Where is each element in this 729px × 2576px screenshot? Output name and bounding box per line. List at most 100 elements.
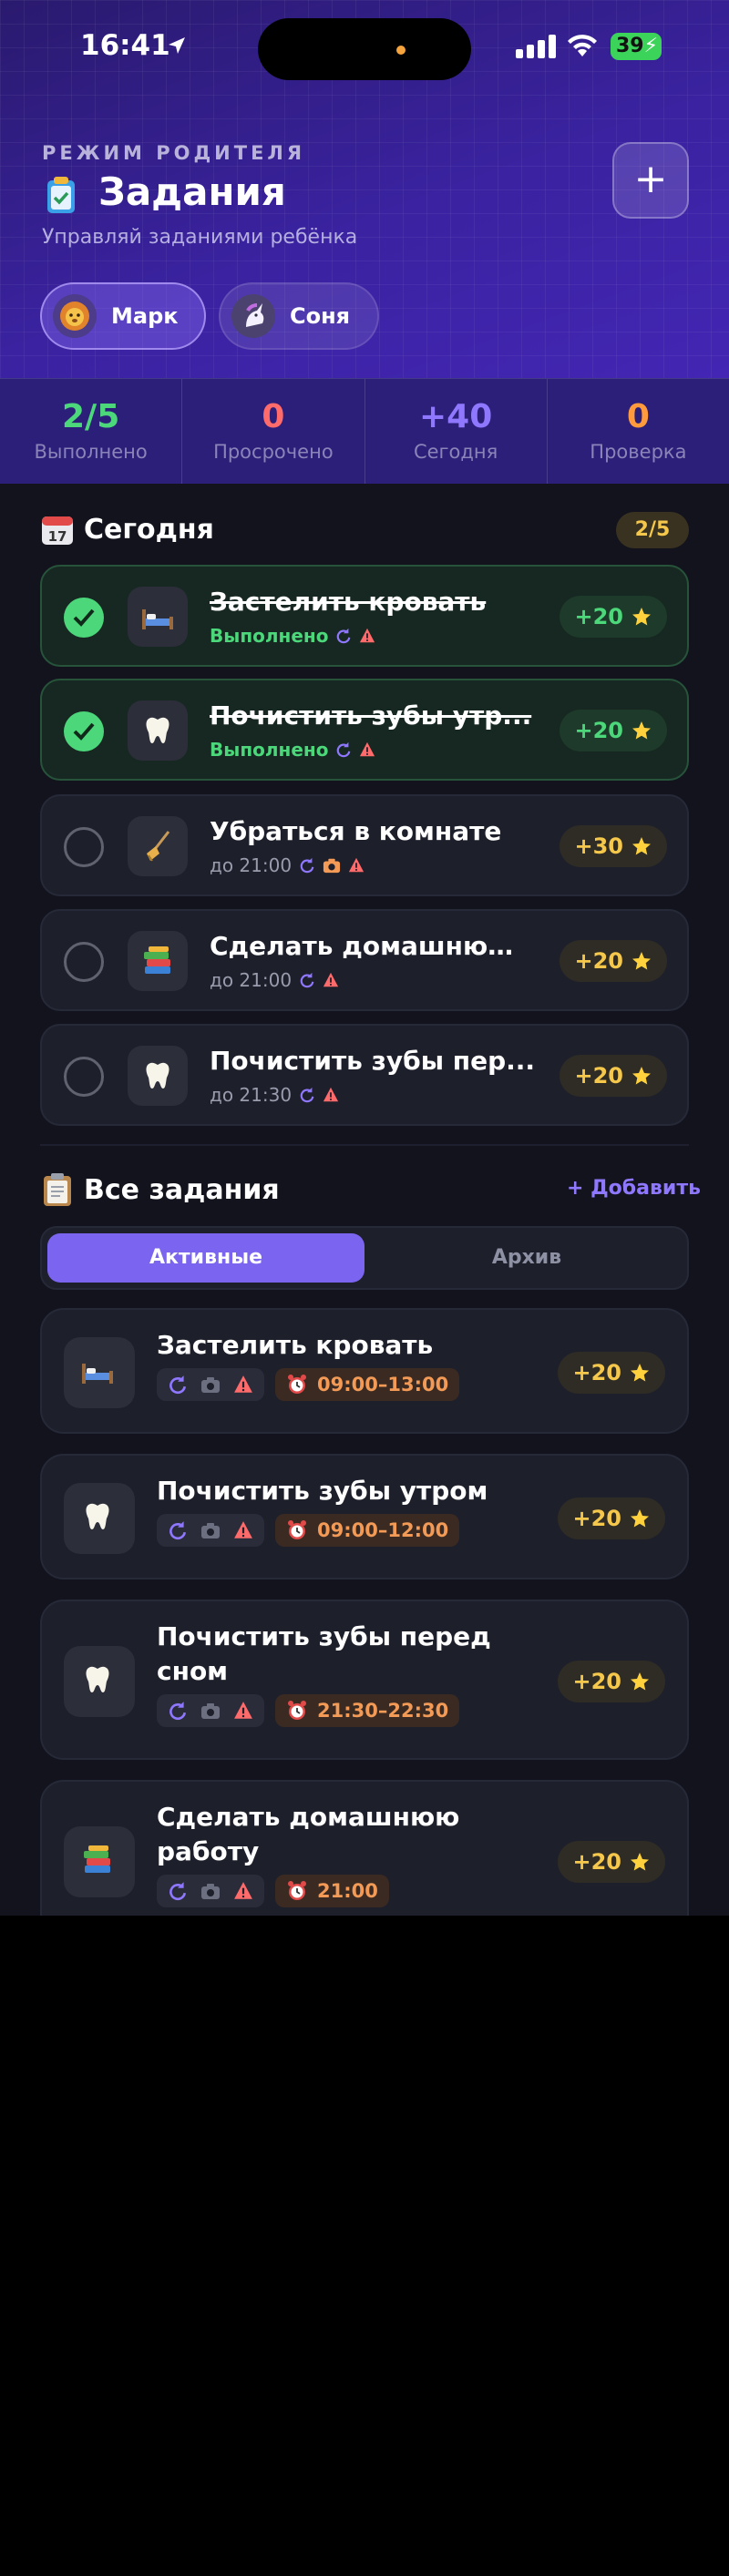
task-meta: до 21:30 (210, 1084, 339, 1106)
today-task-row[interactable]: Застелить кровать Выполнено +20 (40, 565, 689, 667)
task-card[interactable]: Почистить зубы перед сном 21:30–22:30 +2… (40, 1600, 689, 1760)
repeat-icon (337, 741, 351, 758)
star-icon (632, 952, 651, 970)
camera-icon (201, 1523, 220, 1538)
books-icon (64, 1826, 135, 1897)
task-flags (157, 1694, 264, 1727)
warning-icon (348, 857, 364, 873)
star-icon (631, 1509, 649, 1528)
task-points-badge: +20 (560, 710, 667, 751)
child-name: Марк (111, 303, 179, 329)
app-screen: 16:41 39⚡ РЕЖИМ РОДИТЕЛЯ Задания Управля… (0, 0, 729, 1916)
alarm-clock-icon (288, 1701, 306, 1720)
task-card[interactable]: Почистить зубы утром 09:00–12:00 +20 (40, 1454, 689, 1579)
task-time-window: 09:00–13:00 (275, 1368, 460, 1401)
tooth-icon (64, 1483, 135, 1554)
stats-bar: 2/5 Выполнено 0 Просрочено +40 Сегодня 0 Про… (0, 378, 729, 484)
battery-indicator: 39⚡ (611, 33, 662, 60)
today-task-row[interactable]: Почистить зубы пер... до 21:30 +20 (40, 1024, 689, 1126)
task-card-name: Почистить зубы утром (157, 1476, 488, 1506)
task-flags (157, 1514, 264, 1547)
repeat-icon (300, 972, 314, 988)
warning-icon (234, 1882, 252, 1899)
add-task-link[interactable]: + Добавить (567, 1177, 701, 1200)
task-card[interactable]: Сделать домашнюю работу 21:00 +20 (40, 1780, 689, 1916)
task-card[interactable]: Застелить кровать 09:00–13:00 +20 (40, 1308, 689, 1434)
tooth-icon (64, 1646, 135, 1717)
task-card-name: Сделать домашнюю работу (157, 1802, 460, 1866)
page-title: Задания (98, 169, 286, 214)
star-icon (632, 721, 651, 740)
task-name: Сделать домашнюю... (210, 931, 538, 961)
repeat-icon (169, 1702, 187, 1721)
broom-icon (128, 816, 188, 876)
add-task-button[interactable]: + (612, 142, 689, 219)
camera-icon (323, 858, 341, 874)
task-card-name: Застелить кровать (157, 1330, 434, 1360)
star-icon (631, 1672, 649, 1691)
child-chip-mark[interactable]: Марк (40, 282, 206, 350)
today-task-row[interactable]: Сделать домашнюю... до 21:00 +20 (40, 909, 689, 1011)
unicorn-icon (231, 294, 275, 338)
cellular-signal-icon (516, 35, 556, 58)
alarm-clock-icon (288, 1881, 306, 1900)
alarm-clock-icon (288, 1375, 306, 1394)
repeat-icon (300, 1087, 314, 1103)
camera-icon (201, 1377, 220, 1393)
task-checkbox[interactable] (64, 1057, 104, 1097)
task-card-points: +20 (558, 1352, 665, 1394)
section-today-header: 17 Сегодня (40, 512, 214, 547)
bed-icon (64, 1337, 135, 1408)
stat-review: 0 Проверка (590, 398, 687, 464)
task-meta: до 21:00 (210, 854, 364, 876)
child-name: Соня (290, 303, 351, 329)
alarm-clock-icon (288, 1520, 306, 1539)
task-status: Выполнено (210, 625, 329, 647)
task-card-name: Почистить зубы перед сном (157, 1621, 491, 1686)
warning-icon (323, 972, 339, 987)
task-checkbox[interactable] (64, 598, 104, 638)
task-card-meta: 09:00–13:00 (157, 1368, 460, 1401)
child-chip-sonya[interactable]: Соня (219, 282, 379, 350)
svg-text:17: 17 (48, 528, 67, 545)
today-task-row[interactable]: Убраться в комнате до 21:00 +30 (40, 794, 689, 896)
books-icon (128, 931, 188, 991)
warning-icon (323, 1087, 339, 1102)
tab-active[interactable]: Активные (47, 1233, 364, 1283)
warning-icon (360, 628, 375, 643)
task-flags (157, 1368, 264, 1401)
mode-label: РЕЖИМ РОДИТЕЛЯ (42, 142, 306, 164)
star-icon (632, 1067, 651, 1085)
camera-icon (201, 1703, 220, 1719)
section-divider (40, 1144, 689, 1146)
repeat-icon (169, 1375, 187, 1395)
tooth-icon (128, 1046, 188, 1106)
task-meta: до 21:00 (210, 969, 339, 991)
task-name: Застелить кровать (210, 587, 487, 617)
star-icon (631, 1853, 649, 1871)
warning-icon (234, 1521, 252, 1538)
task-points-badge: +20 (560, 1055, 667, 1097)
location-arrow-icon (169, 37, 185, 54)
header: 16:41 39⚡ РЕЖИМ РОДИТЕЛЯ Задания Управля… (0, 0, 729, 378)
today-task-row[interactable]: Почистить зубы утр... Выполнено +20 (40, 679, 689, 781)
task-time-window: 21:00 (275, 1875, 389, 1907)
task-name: Убраться в комнате (210, 816, 502, 846)
task-points-badge: +30 (560, 825, 667, 867)
task-checkbox[interactable] (64, 942, 104, 982)
tab-archive[interactable]: Архив (368, 1233, 685, 1283)
repeat-icon (169, 1521, 187, 1540)
task-checkbox[interactable] (64, 827, 104, 867)
task-meta: Выполнено (210, 625, 375, 647)
task-checkbox[interactable] (64, 711, 104, 751)
charging-icon: ⚡ (643, 35, 659, 57)
task-card-points: +20 (558, 1498, 665, 1539)
task-status: до 21:00 (210, 854, 293, 876)
task-points-badge: +20 (560, 596, 667, 638)
repeat-icon (169, 1882, 187, 1901)
task-card-meta: 21:30–22:30 (157, 1694, 460, 1727)
today-progress-badge: 2/5 (616, 512, 689, 548)
task-name: Почистить зубы утр... (210, 700, 532, 731)
clipboard-icon (47, 177, 75, 213)
task-meta: Выполнено (210, 739, 375, 761)
